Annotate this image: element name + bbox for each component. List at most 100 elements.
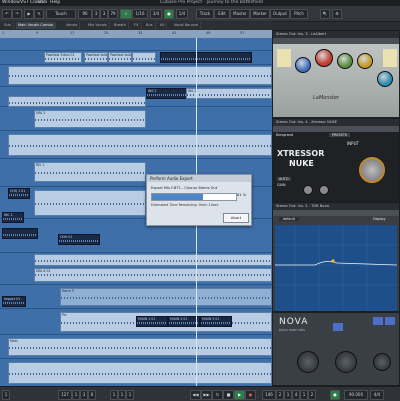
automation-mode-select[interactable]: Touch (46, 9, 76, 19)
position-extra[interactable]: 1 (300, 390, 308, 400)
redo-button[interactable]: ↷ (12, 9, 22, 19)
tempo-field[interactable]: 90 (78, 9, 92, 19)
audio-clip[interactable]: Main (8, 338, 272, 356)
auto-gain-button[interactable]: AUTO (277, 177, 291, 181)
nova-knob-1[interactable] (297, 351, 319, 373)
ratio-knob[interactable] (319, 185, 329, 195)
abort-button[interactable]: Abort (223, 213, 249, 223)
time-sig-field[interactable]: 1/4 (176, 9, 188, 19)
gain-knob[interactable] (303, 185, 313, 195)
tempo-display[interactable]: 90.000 (344, 390, 368, 400)
audio-clip[interactable]: REI 1 (34, 162, 146, 182)
audio-clip[interactable]: Pasthest Adla (108, 52, 132, 63)
grid-select[interactable]: 1/16 (132, 9, 148, 19)
presets-button[interactable]: PRESETS (329, 133, 351, 137)
tab-fx[interactable]: FX (132, 22, 142, 29)
tab-output[interactable]: Output (270, 9, 290, 19)
timeline-ruler[interactable]: 1 9 17 25 33 41 49 57 (0, 30, 272, 38)
tab-master[interactable]: Master (230, 9, 250, 19)
audio-clip[interactable] (8, 362, 272, 384)
left-locator-sub[interactable]: 3 (80, 390, 88, 400)
audio-clip[interactable]: MIXIN 3 01 (200, 316, 232, 327)
audio-clip[interactable]: Harm 5 (60, 288, 272, 306)
right-locator-beat[interactable]: 1 (118, 390, 126, 400)
position-bar[interactable]: 146 (262, 390, 276, 400)
audio-clip[interactable]: DBL 2 (34, 110, 146, 128)
audio-clip[interactable]: INS 2 (146, 88, 188, 99)
eq-graph[interactable] (275, 225, 397, 311)
tab-vocals[interactable]: Vocals (64, 22, 81, 29)
zoom-icon[interactable]: 🔍 (320, 9, 330, 19)
audio-clip[interactable]: CHQ 1 01 (8, 188, 30, 199)
pointer-tool-icon[interactable]: ▶ (24, 9, 34, 19)
audio-clip[interactable]: INS 2 (186, 88, 272, 99)
tab-all[interactable]: All (158, 22, 168, 29)
forward-button[interactable]: ▶▶ (201, 390, 212, 400)
snap-toggle[interactable]: ✓ (120, 9, 132, 19)
record-button[interactable]: ● (245, 390, 256, 400)
position-extra-2[interactable]: 2 (308, 390, 316, 400)
lalo-knob-2[interactable] (315, 49, 333, 67)
left-locator-beat[interactable]: 1 (72, 390, 80, 400)
audio-clip[interactable] (8, 134, 272, 156)
tab-vocal-bounce[interactable]: Vocal Bounce (172, 22, 202, 29)
tab-sub[interactable]: Sub (2, 22, 14, 29)
input-knob[interactable] (359, 157, 385, 183)
tab-track[interactable]: Track (196, 9, 214, 19)
left-locator-field[interactable]: 127 (58, 390, 72, 400)
position-beat[interactable]: 2 (276, 390, 284, 400)
left-locator-tick[interactable]: 6 (88, 390, 96, 400)
tab-main-vocals-combo[interactable]: Main Vocals Combo (16, 22, 56, 29)
tab-pitch[interactable]: Pitch (290, 9, 308, 19)
tab-breath[interactable]: Breath (112, 22, 129, 29)
click-button[interactable]: ● (330, 390, 340, 400)
bar-field[interactable]: 3 (92, 9, 100, 19)
audio-clip[interactable]: Impact 01 (2, 296, 26, 307)
tick-field[interactable]: 79 (108, 9, 118, 19)
audio-clip[interactable] (8, 96, 146, 107)
transport-field[interactable]: 1 (2, 390, 10, 400)
audio-clip[interactable]: MIXIN 1 01 (136, 316, 168, 327)
nova-knob-3[interactable] (373, 353, 391, 371)
lalo-knob-4[interactable] (357, 53, 373, 69)
time-signature-display[interactable]: 4/4 (370, 390, 384, 400)
lalo-knob-3[interactable] (337, 53, 353, 69)
audio-clip[interactable]: Pasthest Adla (84, 52, 108, 63)
right-locator-bar[interactable]: 1 (110, 390, 118, 400)
stop-button[interactable]: ■ (223, 390, 234, 400)
tab-bus[interactable]: Bus (144, 22, 156, 29)
beat-field[interactable]: 3 (100, 9, 108, 19)
audio-clip[interactable] (160, 52, 252, 63)
eq-preset-select[interactable]: default (279, 217, 299, 221)
quantize-select[interactable]: 3/4 (150, 9, 162, 19)
metronome-button[interactable]: ● (164, 9, 174, 19)
audio-clip[interactable]: DBL 6 01 (34, 268, 272, 282)
position-sub[interactable]: 1 (284, 390, 292, 400)
audio-clip[interactable] (132, 52, 156, 63)
audio-clip[interactable]: OOH 01 (58, 234, 100, 245)
audio-clip[interactable] (2, 228, 38, 239)
rewind-button[interactable]: ◀◀ (190, 390, 201, 400)
audio-clip[interactable]: Pasthest 5dlnd 01 (44, 52, 82, 63)
undo-button[interactable]: ↶ (2, 9, 12, 19)
tab-mix-vocals[interactable]: Mix Vocals (86, 22, 110, 29)
audio-clip[interactable] (8, 66, 272, 85)
right-locator-tick[interactable]: 1 (126, 390, 134, 400)
tab-edit[interactable]: Edit (214, 9, 230, 19)
audio-clip[interactable] (34, 254, 272, 266)
lalo-knob-5[interactable] (377, 71, 393, 87)
lalo-knob-1[interactable] (295, 57, 311, 73)
audio-clip[interactable]: INC 1 (2, 212, 24, 223)
ruler-mark: 41 (172, 31, 177, 35)
play-button[interactable]: ▶ (234, 390, 245, 400)
nova-view-button[interactable] (385, 317, 395, 325)
cycle-button[interactable]: ↻ (212, 390, 223, 400)
audio-clip[interactable] (34, 190, 146, 216)
pencil-tool-icon[interactable]: ✎ (34, 9, 44, 19)
settings-icon[interactable]: ⚙ (332, 9, 342, 19)
nova-band-button[interactable] (333, 323, 343, 331)
nova-knob-2[interactable] (335, 351, 357, 373)
position-tick[interactable]: 4 (292, 390, 300, 400)
nova-mode-button[interactable] (373, 317, 383, 325)
tab-marker[interactable]: Marker (250, 9, 270, 19)
